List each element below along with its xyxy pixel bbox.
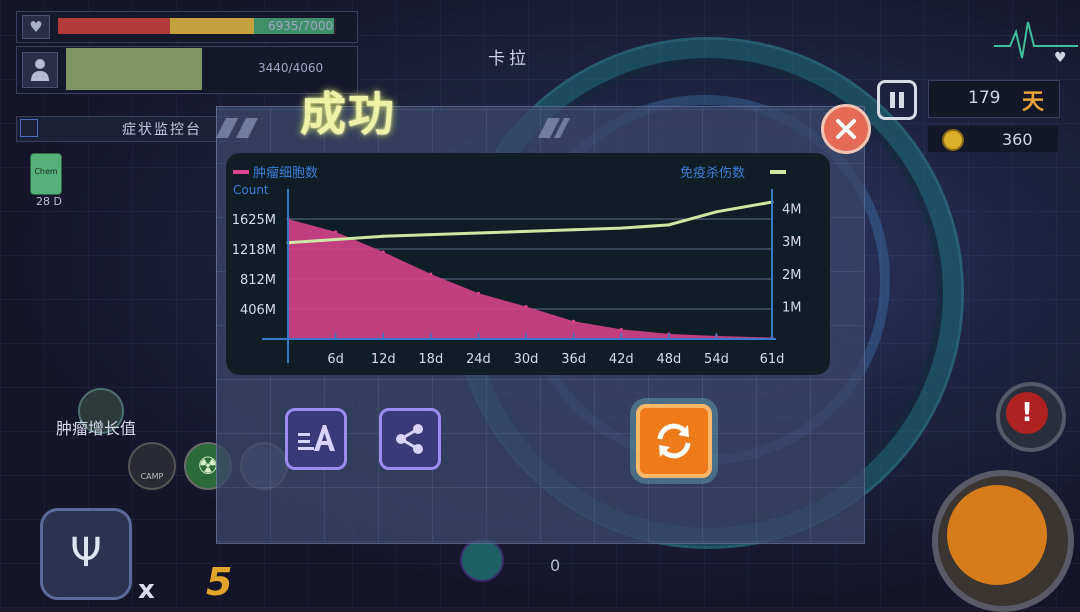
multiplier-value: 5	[206, 560, 233, 604]
y-left-tick-label: 1218M	[232, 243, 276, 258]
day-unit: 天	[1022, 90, 1045, 115]
title-deco-right	[530, 116, 570, 140]
x-tick-label: 12d	[371, 352, 396, 367]
y-right-tick-label: 2M	[782, 268, 802, 283]
status-chip-label: Chem	[34, 167, 58, 176]
immunity-text: 3440/4060	[258, 61, 324, 75]
health-bar-yellow	[170, 18, 254, 34]
trident-icon: Ψ	[70, 530, 102, 576]
symptom-monitor-label: 症状监控台	[122, 122, 202, 138]
x-tick-label: 61d	[760, 352, 785, 367]
y-left-tick-label: 406M	[240, 303, 276, 318]
status-chip[interactable]: Chem	[30, 153, 62, 195]
alert-icon: !	[1006, 392, 1048, 434]
immune-point	[572, 228, 576, 232]
immune-point	[619, 226, 623, 230]
heartbeat-monitor: ♥	[994, 12, 1078, 66]
tumor-point	[476, 291, 480, 295]
x-tick-label: 36d	[561, 352, 586, 367]
close-button[interactable]	[821, 104, 871, 154]
population-chart: 1625M 1218M 812M 406M 4M 3M 2M 1M 6d 12d 18d 24d 30d…	[232, 189, 802, 367]
tumor-growth-label: 肿瘤增长值	[56, 419, 137, 438]
immune-point	[714, 210, 718, 214]
y-left-tick-label: 812M	[240, 273, 276, 288]
robotic-arm-icon	[947, 485, 1047, 585]
close-icon	[836, 119, 856, 139]
trident-skill-button[interactable]: Ψ	[40, 508, 132, 600]
collapse-icon[interactable]	[20, 119, 38, 137]
tumor-point	[572, 319, 576, 323]
health-text: 6935/7000	[268, 19, 334, 33]
virus-counter-icon	[460, 538, 504, 582]
person-icon	[22, 52, 58, 88]
multiplier-x: x	[138, 575, 155, 605]
status-chip-days: 28 D	[36, 195, 62, 208]
text-size-icon	[298, 425, 335, 451]
y-right-tick-label: 3M	[782, 235, 802, 250]
pause-icon	[890, 92, 895, 108]
immune-line	[287, 200, 773, 245]
y-right-tick-label: 1M	[782, 300, 802, 315]
alert-button[interactable]: !	[996, 382, 1066, 452]
immune-point	[524, 229, 528, 233]
action-button[interactable]	[932, 470, 1074, 612]
x-tick-label: 42d	[609, 352, 634, 367]
pause-button[interactable]	[877, 80, 917, 120]
health-bar-red	[58, 18, 170, 34]
share-button[interactable]	[379, 408, 441, 470]
bottom-counter: 0	[550, 556, 561, 575]
tumor-point	[334, 230, 338, 234]
tumor-point	[381, 250, 385, 254]
svg-text:♥: ♥	[1054, 50, 1067, 64]
immune-point	[667, 223, 671, 227]
camp-icon[interactable]: CAMP	[128, 442, 176, 490]
y-left-tick-label: 1625M	[232, 213, 276, 228]
day-count: 179	[968, 88, 1001, 108]
retry-button[interactable]	[636, 404, 712, 478]
x-tick-label: 54d	[704, 352, 729, 367]
immune-point	[429, 233, 433, 237]
tumor-point	[429, 272, 433, 276]
x-tick-label: 18d	[418, 352, 443, 367]
share-icon	[396, 424, 423, 454]
heart-icon: ♥	[22, 15, 50, 39]
x-tick-label: 6d	[327, 352, 344, 367]
text-size-button[interactable]	[285, 408, 347, 470]
x-tick-label: 48d	[656, 352, 681, 367]
immunity-bar	[66, 48, 202, 90]
coin-icon	[942, 129, 964, 151]
x-tick-label: 30d	[514, 352, 539, 367]
immune-point	[334, 238, 338, 242]
coin-count: 360	[1002, 130, 1033, 149]
character-name: 卡拉	[488, 49, 530, 69]
immune-point	[381, 234, 385, 238]
immune-point	[476, 231, 480, 235]
x-tick-label: 24d	[466, 352, 491, 367]
title-deco-left	[216, 116, 278, 140]
tumor-point	[619, 327, 623, 331]
retry-icon	[657, 423, 691, 459]
y-right-tick-label: 4M	[782, 203, 802, 218]
dialog-title: 成功	[300, 87, 396, 141]
tumor-point	[524, 305, 528, 309]
